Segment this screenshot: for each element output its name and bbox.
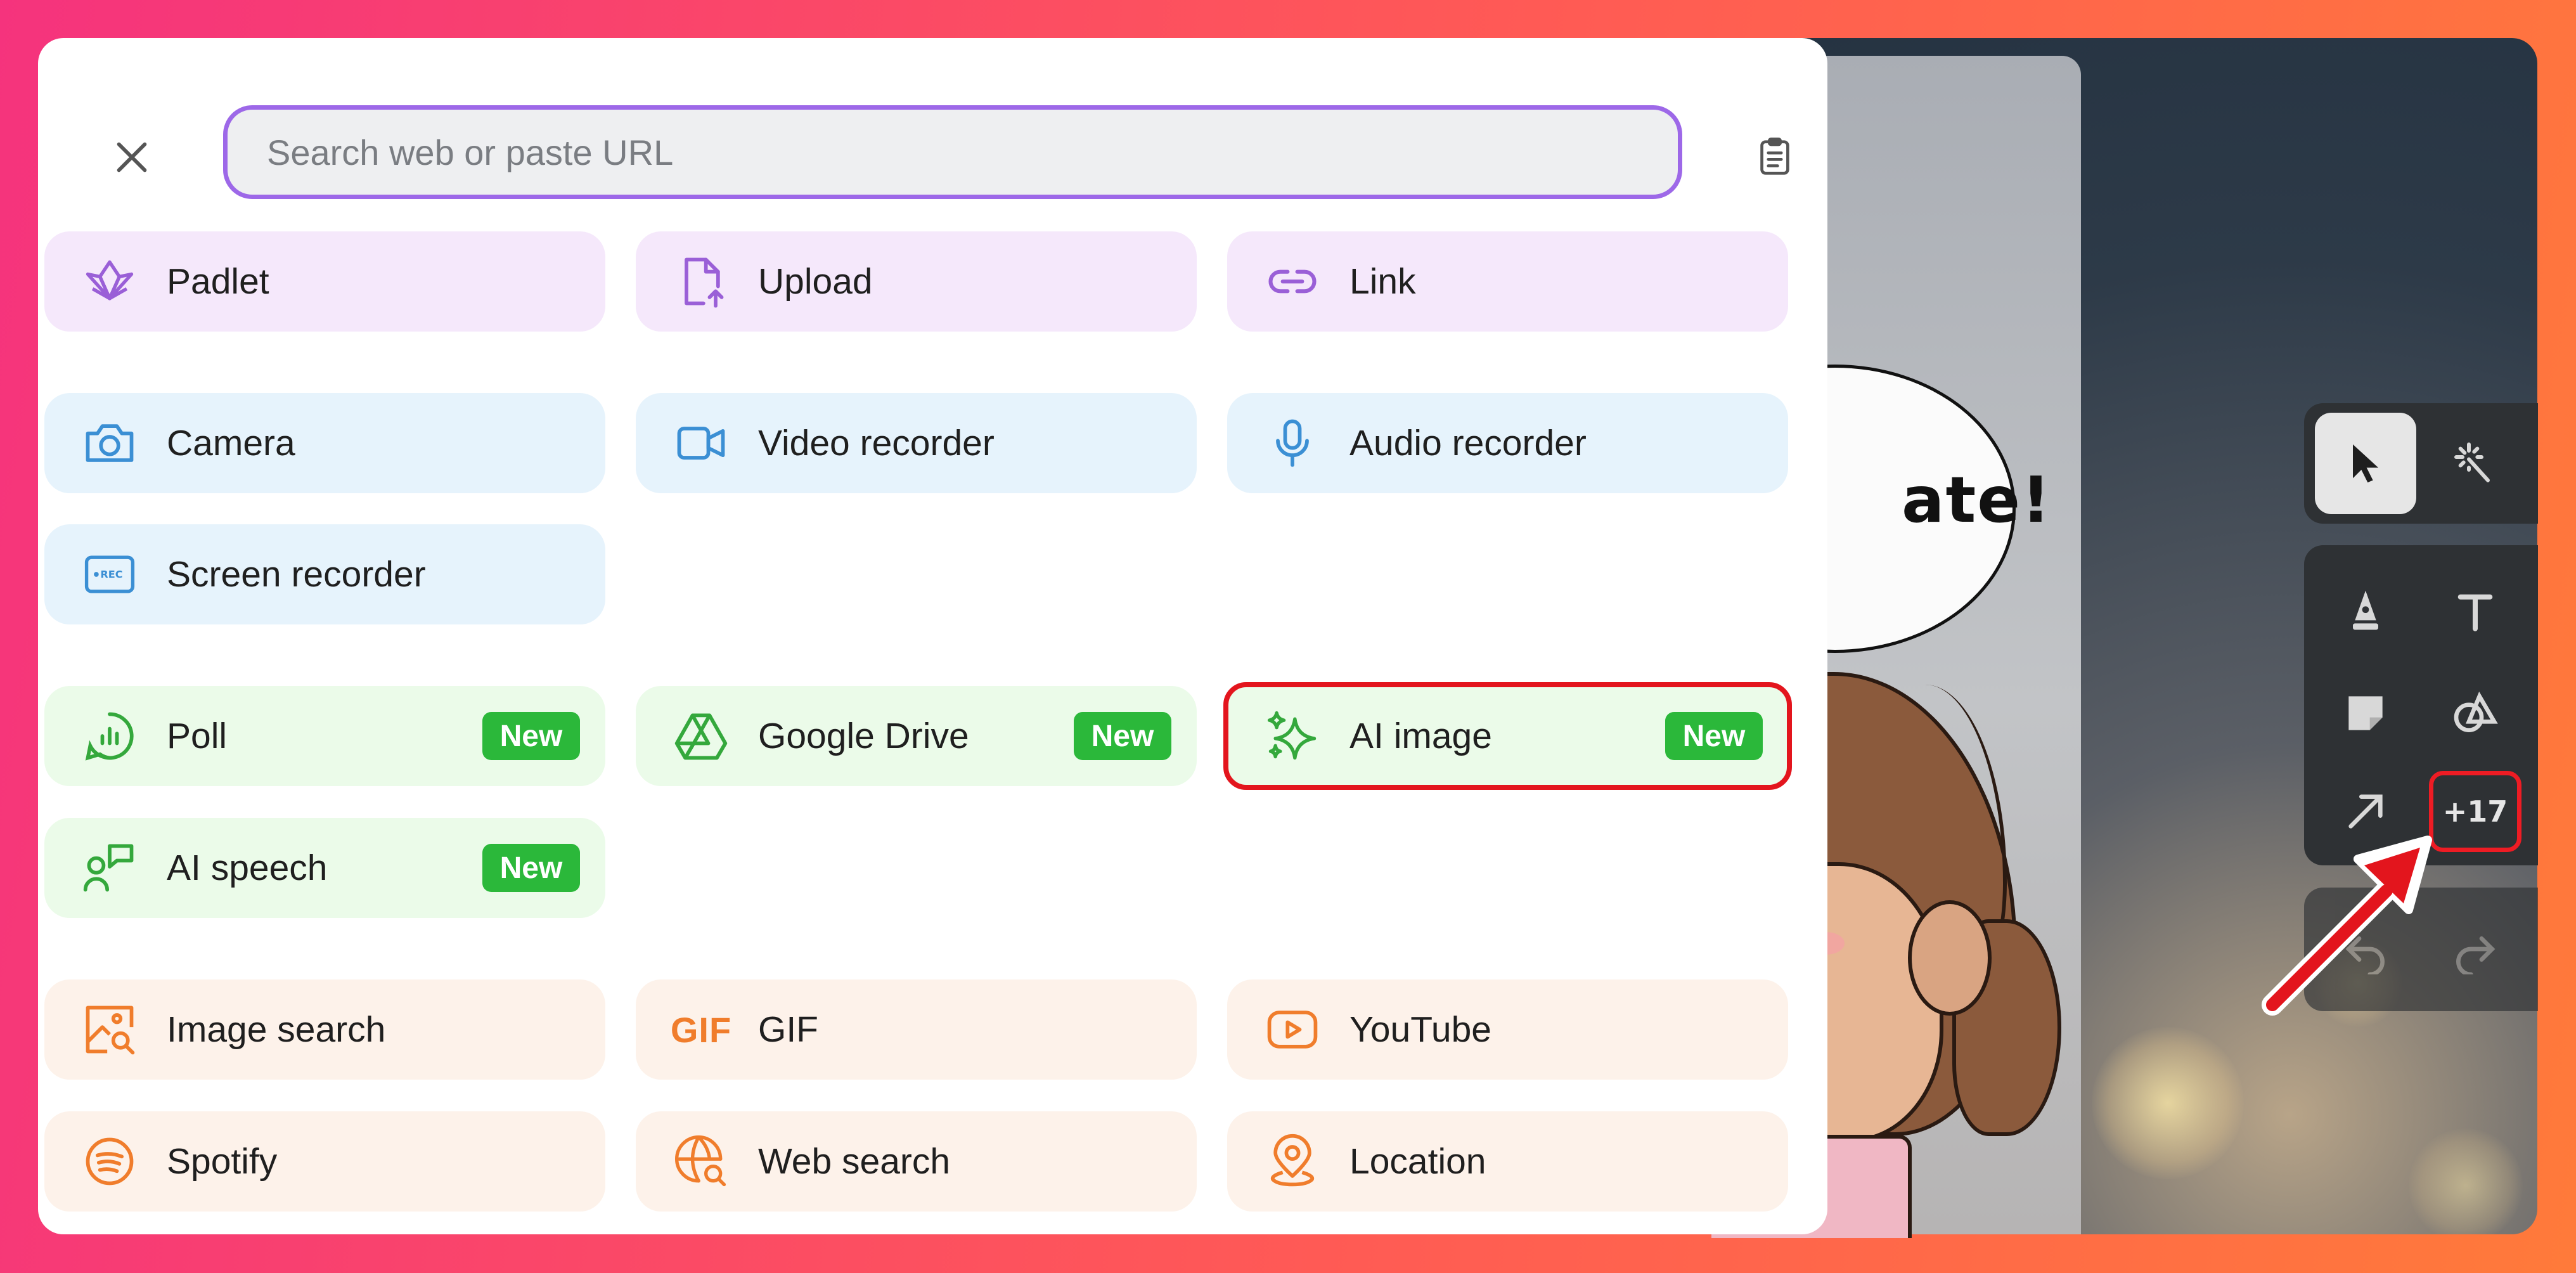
tile-poll[interactable]: Poll New	[44, 686, 605, 786]
video-camera-icon	[671, 413, 731, 474]
tile-upload[interactable]: Upload	[636, 231, 1197, 332]
tile-audio-recorder[interactable]: Audio recorder	[1227, 393, 1788, 493]
tile-screen-recorder[interactable]: REC Screen recorder	[44, 524, 605, 624]
tile-label: Screen recorder	[167, 554, 426, 595]
magic-tool-button[interactable]	[2425, 413, 2526, 514]
tile-camera[interactable]: Camera	[44, 393, 605, 493]
text-tool-button[interactable]	[2425, 561, 2526, 662]
tile-label: Google Drive	[758, 716, 969, 756]
tile-image-search[interactable]: Image search	[44, 979, 605, 1080]
shapes-icon	[2454, 691, 2498, 732]
shape-tool-button[interactable]	[2425, 662, 2526, 764]
youtube-icon	[1262, 999, 1323, 1060]
toolbar-mode-group	[2304, 403, 2538, 524]
tile-web-search[interactable]: Web search	[636, 1111, 1197, 1212]
speech-person-icon	[79, 837, 140, 898]
tile-link[interactable]: Link	[1227, 231, 1788, 332]
tile-label: YouTube	[1349, 1009, 1491, 1050]
tile-ai-speech[interactable]: AI speech New	[44, 818, 605, 918]
select-tool-button[interactable]	[2315, 413, 2416, 514]
toolbar-tools-group: +17	[2304, 545, 2538, 865]
tile-label: Spotify	[167, 1141, 278, 1182]
link-icon	[1262, 251, 1323, 312]
tile-spotify[interactable]: Spotify	[44, 1111, 605, 1212]
spotify-icon	[79, 1131, 140, 1192]
search-input[interactable]	[223, 105, 1682, 199]
tile-label: GIF	[758, 1009, 818, 1050]
tile-label: Camera	[167, 423, 295, 463]
tile-video-recorder[interactable]: Video recorder	[636, 393, 1197, 493]
padlet-logo-icon	[79, 251, 140, 312]
clipboard-icon	[1760, 137, 1789, 175]
new-badge: New	[1665, 712, 1763, 760]
rec-screen-icon: REC	[79, 544, 140, 605]
speech-bubble-text: ate!	[1902, 463, 2052, 537]
cursor-icon	[2353, 444, 2378, 482]
tile-padlet[interactable]: Padlet	[44, 231, 605, 332]
draw-tool-button[interactable]	[2315, 561, 2416, 662]
annotation-arrow-icon	[2262, 836, 2432, 1016]
tile-youtube[interactable]: YouTube	[1227, 979, 1788, 1080]
gif-icon: GIF	[670, 1009, 732, 1050]
text-icon	[2457, 594, 2493, 631]
add-content-panel: Padlet Upload Link Camera Video recorder…	[38, 38, 1827, 1234]
new-badge: New	[482, 712, 580, 760]
globe-search-icon	[671, 1131, 731, 1192]
image-search-icon	[79, 999, 140, 1060]
tile-label: Link	[1349, 261, 1416, 302]
tile-label: Location	[1349, 1141, 1486, 1182]
poll-icon	[79, 706, 140, 766]
tile-ai-image[interactable]: AI image New	[1223, 682, 1792, 790]
tile-label: AI speech	[167, 848, 328, 888]
microphone-icon	[1262, 413, 1323, 474]
sparkles-icon	[1262, 706, 1323, 766]
tile-label: Web search	[758, 1141, 951, 1182]
tile-label: Image search	[167, 1009, 386, 1050]
arrow-up-right-icon	[2348, 794, 2383, 829]
svg-text:REC: REC	[100, 568, 122, 580]
location-pin-icon	[1262, 1131, 1323, 1192]
paste-button[interactable]	[1749, 128, 1800, 185]
pen-nib-icon	[2353, 590, 2378, 630]
tile-google-drive[interactable]: Google Drive New	[636, 686, 1197, 786]
magic-wand-icon	[2454, 443, 2490, 482]
close-button[interactable]	[106, 132, 157, 183]
tile-label: Poll	[167, 716, 228, 756]
note-tool-button[interactable]	[2315, 662, 2416, 764]
tile-label: Upload	[758, 261, 873, 302]
redo-icon	[2456, 936, 2496, 974]
comic-ear	[1908, 900, 1992, 1016]
tile-label: Padlet	[167, 261, 269, 302]
tile-label: AI image	[1349, 716, 1492, 756]
new-badge: New	[1074, 712, 1171, 760]
camera-icon	[79, 413, 140, 474]
tile-gif[interactable]: GIF GIF	[636, 979, 1197, 1080]
more-tools-count: +17	[2442, 794, 2508, 829]
tile-label: Video recorder	[758, 423, 995, 463]
google-drive-icon	[671, 706, 731, 766]
sticky-note-icon	[2348, 696, 2383, 730]
file-upload-icon	[671, 251, 731, 312]
tile-label: Audio recorder	[1349, 423, 1587, 463]
new-badge: New	[482, 844, 580, 892]
close-icon	[117, 142, 147, 172]
tile-location[interactable]: Location	[1227, 1111, 1788, 1212]
